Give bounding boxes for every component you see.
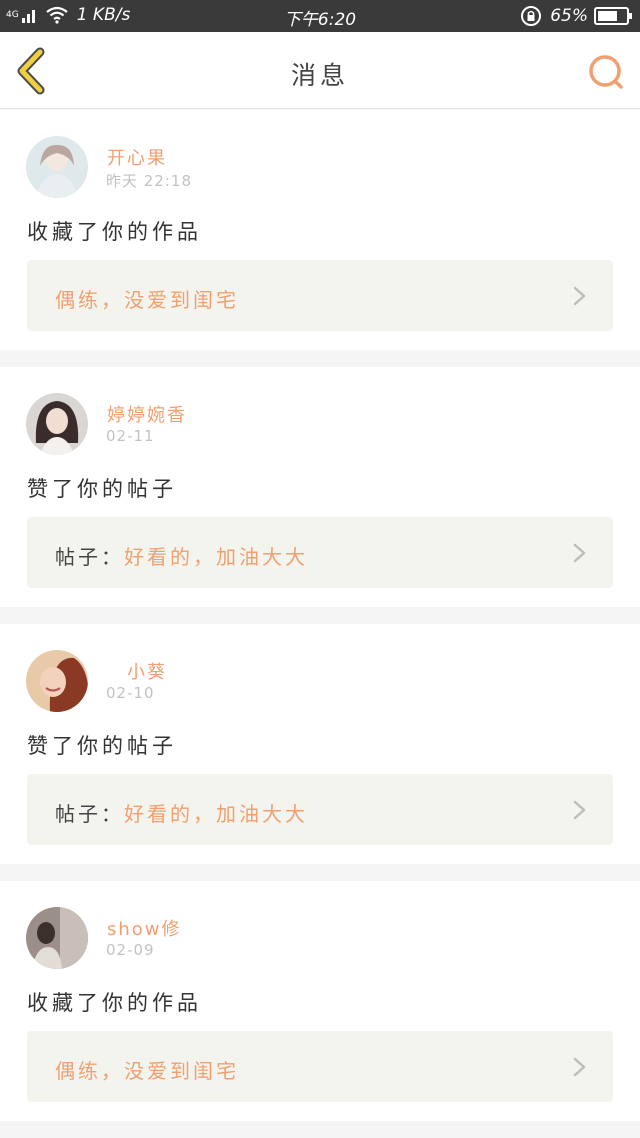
chevron-right-icon [573, 286, 586, 306]
username[interactable]: show修 [107, 915, 182, 941]
ref-title: 偶练，没爱到闺宅 [55, 1059, 239, 1083]
search-button[interactable] [586, 52, 626, 92]
message-card[interactable]: 开心果 昨天 22:18 收藏了你的作品 偶练，没爱到闺宅 [0, 110, 640, 350]
avatar-image [26, 136, 88, 198]
chevron-right-icon [573, 800, 586, 820]
action-text: 赞了你的帖子 [27, 734, 177, 758]
avatar[interactable] [26, 136, 88, 198]
ref-title: 好看的，加油大大 [124, 802, 308, 826]
ref-title: 偶练，没爱到闺宅 [55, 288, 239, 312]
battery-icon [594, 7, 632, 25]
header: 消息 [0, 32, 640, 109]
timestamp: 昨天 22:18 [106, 172, 192, 190]
battery-percent: 65% [550, 6, 588, 26]
status-right: 65% [520, 5, 634, 27]
ref-text: 帖子：好看的，加油大大 [55, 541, 308, 570]
timestamp: 02-11 [106, 427, 155, 445]
status-bar: 4G 1 KB/s 下午6:20 65% [0, 0, 640, 32]
rotation-lock-icon [521, 6, 542, 26]
chevron-right-icon [573, 543, 586, 563]
search-icon [589, 55, 623, 89]
ref-text: 偶练，没爱到闺宅 [55, 284, 239, 313]
chevron-right-icon [573, 1057, 586, 1077]
avatar[interactable] [26, 650, 88, 712]
referenced-content[interactable]: 偶练，没爱到闺宅 [27, 1031, 613, 1102]
action-text: 收藏了你的作品 [27, 220, 202, 244]
referenced-content[interactable]: 偶练，没爱到闺宅 [27, 260, 613, 331]
avatar-image [26, 650, 88, 712]
ref-text: 偶练，没爱到闺宅 [55, 1055, 239, 1084]
ref-prefix: 帖子： [55, 545, 124, 569]
avatar[interactable] [26, 393, 88, 455]
referenced-content[interactable]: 帖子：好看的，加油大大 [27, 517, 613, 588]
action-text: 赞了你的帖子 [27, 477, 177, 501]
page-title: 消息 [290, 61, 349, 90]
back-button[interactable] [10, 46, 56, 96]
avatar-image [26, 393, 88, 455]
ref-prefix: 帖子： [55, 802, 124, 826]
message-card[interactable]: show修 02-09 收藏了你的作品 偶练，没爱到闺宅 [0, 881, 640, 1121]
action-text: 收藏了你的作品 [27, 991, 202, 1015]
ref-title: 好看的，加油大大 [124, 545, 308, 569]
avatar-image [26, 907, 88, 969]
referenced-content[interactable]: 帖子：好看的，加油大大 [27, 774, 613, 845]
username[interactable]: 小葵 [127, 658, 167, 684]
timestamp: 02-09 [106, 941, 155, 959]
username[interactable]: 婷婷婉香 [107, 401, 187, 427]
chevron-left-icon [17, 47, 45, 95]
avatar[interactable] [26, 907, 88, 969]
message-card[interactable]: 婷婷婉香 02-11 赞了你的帖子 帖子：好看的，加油大大 [0, 367, 640, 607]
timestamp: 02-10 [106, 684, 155, 702]
username[interactable]: 开心果 [107, 144, 167, 170]
ref-text: 帖子：好看的，加油大大 [55, 798, 308, 827]
message-card[interactable]: 小葵 02-10 赞了你的帖子 帖子：好看的，加油大大 [0, 624, 640, 864]
